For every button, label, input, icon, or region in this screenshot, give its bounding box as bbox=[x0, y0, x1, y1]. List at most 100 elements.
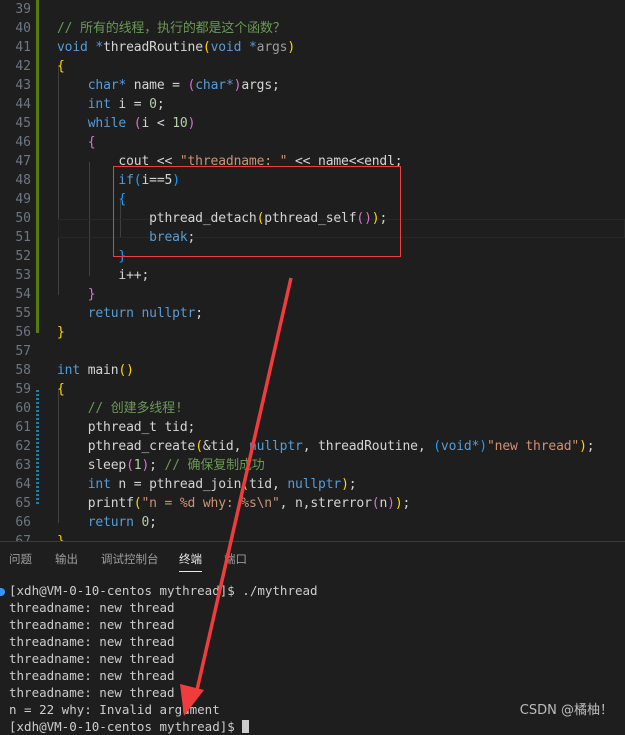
code-token: * bbox=[248, 40, 257, 55]
code-line: { bbox=[57, 133, 96, 152]
code-line: return nullptr; bbox=[57, 304, 203, 323]
code-line: } bbox=[57, 285, 96, 304]
code-token: ( bbox=[241, 477, 249, 492]
code-token: "new thread" bbox=[486, 439, 580, 454]
code-line: // 创建多线程! bbox=[57, 399, 183, 418]
code-token: n bbox=[379, 496, 388, 511]
code-token: // 创建多线程! bbox=[87, 401, 183, 416]
terminal-cursor bbox=[242, 720, 250, 733]
tab-problems[interactable]: 问题 bbox=[9, 551, 32, 567]
tab-ports[interactable]: 端口 bbox=[224, 551, 247, 567]
code-line: int main() bbox=[57, 361, 134, 380]
highlight-annotation-box bbox=[113, 166, 401, 257]
added-lines-gutter bbox=[36, 390, 39, 504]
line-number: 54 bbox=[15, 287, 31, 302]
code-token: &tid, bbox=[202, 439, 249, 454]
code-line: printf("n = %d why: %s\n", n,strerror(n)… bbox=[57, 494, 411, 513]
code-line: return 0; bbox=[57, 513, 157, 532]
terminal-text: threadname: new thread bbox=[9, 668, 175, 683]
code-token: { bbox=[57, 59, 65, 74]
line-number: 66 bbox=[15, 515, 31, 530]
code-token: * bbox=[225, 78, 234, 93]
line-number: 45 bbox=[15, 116, 31, 131]
code-token: ) bbox=[387, 496, 395, 511]
code-token: i < bbox=[141, 116, 173, 131]
code-token: ) bbox=[141, 458, 150, 473]
tab-debug-console[interactable]: 调试控制台 bbox=[101, 551, 159, 567]
line-number: 55 bbox=[15, 306, 31, 321]
code-token: ; bbox=[402, 496, 411, 511]
code-token: , n,strerror bbox=[279, 496, 372, 511]
terminal-text: threadname: new thread bbox=[9, 600, 175, 615]
code-token: ; bbox=[149, 458, 165, 473]
code-line: void *threadRoutine(void *args) bbox=[57, 38, 295, 57]
code-token: // 所有的线程，执行的都是这个函数？ bbox=[57, 21, 286, 36]
code-token: pthread_t tid; bbox=[57, 420, 196, 435]
code-line: pthread_t tid; bbox=[57, 418, 196, 437]
code-token: 0 bbox=[141, 515, 150, 530]
code-token: int bbox=[57, 363, 81, 378]
code-line: { bbox=[57, 380, 65, 399]
tab-output[interactable]: 输出 bbox=[55, 551, 78, 567]
code-token: nullptr bbox=[287, 477, 342, 492]
code-token: while bbox=[87, 116, 127, 131]
code-token: { bbox=[87, 135, 96, 150]
line-number: 63 bbox=[15, 458, 31, 473]
tab-terminal[interactable]: 终端 bbox=[179, 551, 202, 572]
line-number: 44 bbox=[15, 97, 31, 112]
code-token: nullptr bbox=[248, 439, 303, 454]
terminal-line: threadname: new thread bbox=[9, 667, 175, 684]
code-token: ( bbox=[202, 40, 211, 55]
code-token: } bbox=[87, 287, 96, 302]
terminal-line: threadname: new thread bbox=[9, 684, 175, 701]
line-number: 56 bbox=[15, 325, 31, 340]
terminal-line: [xdh@VM-0-10-centos mythread]$ bbox=[9, 718, 250, 735]
code-line: pthread_create(&tid, nullptr, threadRout… bbox=[57, 437, 595, 456]
code-editor[interactable]: 39 40// 所有的线程，执行的都是这个函数？ 41 void *threadRou… bbox=[0, 0, 625, 541]
code-line: { bbox=[57, 57, 65, 76]
line-number: 57 bbox=[15, 344, 31, 359]
line-number: 51 bbox=[15, 230, 31, 245]
code-line: int i = 0; bbox=[57, 95, 165, 114]
code-token: main bbox=[80, 363, 119, 378]
code-token: ( bbox=[126, 458, 134, 473]
line-number: 61 bbox=[15, 420, 31, 435]
line-number: 64 bbox=[15, 477, 31, 492]
terminal-text: threadname: new thread bbox=[9, 651, 175, 666]
code-token: n = pthread_join bbox=[110, 477, 242, 492]
code-token: nullptr bbox=[141, 306, 196, 321]
line-number: 46 bbox=[15, 135, 31, 150]
code-token: ) bbox=[579, 439, 587, 454]
code-token: ; bbox=[156, 97, 165, 112]
code-token: sleep bbox=[57, 458, 127, 473]
code-token: } bbox=[57, 534, 65, 541]
code-token: args; bbox=[241, 78, 280, 93]
terminal-line: threadname: new thread bbox=[9, 616, 175, 633]
line-number: 49 bbox=[15, 192, 31, 207]
code-token: return bbox=[87, 515, 134, 530]
code-token: name = bbox=[126, 78, 188, 93]
code-token: int bbox=[87, 477, 111, 492]
code-token: () bbox=[118, 363, 134, 378]
code-token: } bbox=[57, 325, 65, 340]
code-token: void bbox=[210, 40, 249, 55]
terminal-text: n = 22 why: Invalid argument bbox=[9, 702, 220, 717]
code-line: char* name = (char*)args; bbox=[57, 76, 280, 95]
terminal-line: threadname: new thread bbox=[9, 650, 175, 667]
line-number: 67 bbox=[0, 532, 31, 541]
line-number: 60 bbox=[15, 401, 31, 416]
code-token: ; bbox=[348, 477, 357, 492]
line-number: 58 bbox=[15, 363, 31, 378]
code-token: i = bbox=[110, 97, 150, 112]
line-number: 52 bbox=[15, 249, 31, 264]
terminal-text: threadname: new thread bbox=[9, 634, 175, 649]
code-token: * bbox=[95, 40, 104, 55]
code-token: ( bbox=[433, 439, 441, 454]
